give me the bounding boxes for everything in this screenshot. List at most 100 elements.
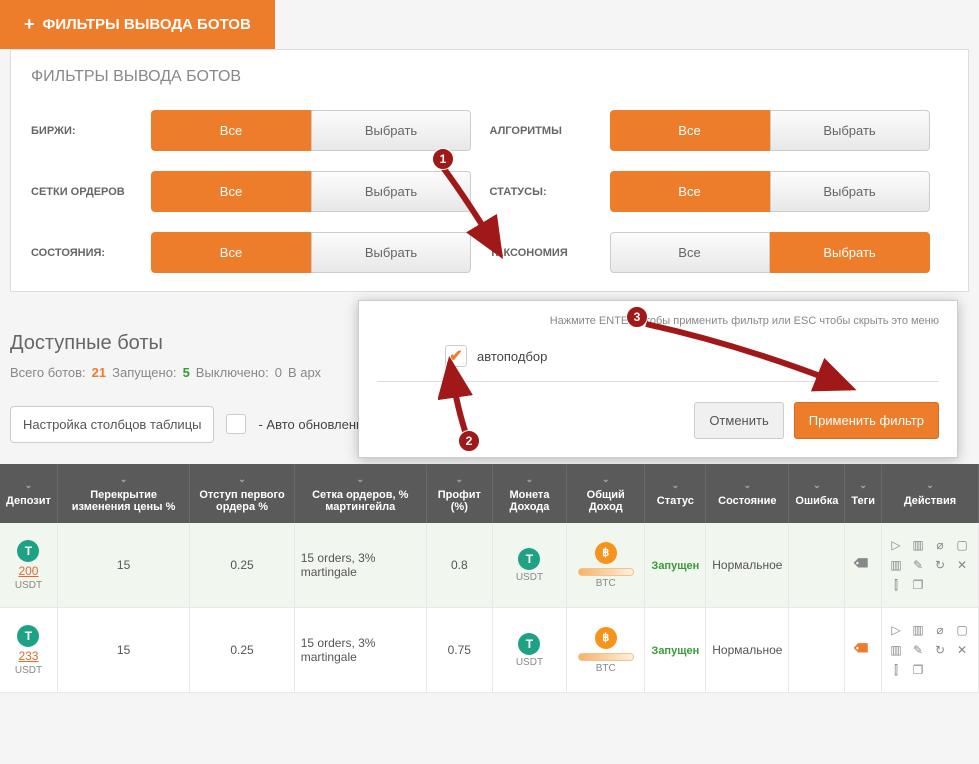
popup-checkbox[interactable]: ✔ — [445, 345, 467, 367]
column-header[interactable]: ⌄Монета Дохода — [492, 464, 566, 523]
filter-taxonomy-label: ТАКСОНОМИЯ — [490, 247, 610, 259]
deposit-unit: USDT — [6, 580, 51, 591]
cell-grid: 15 orders, 3% martingale — [294, 523, 426, 608]
coin-icon: T — [518, 548, 540, 570]
sort-icon: ⌄ — [433, 474, 486, 485]
popup-option-label: автоподбор — [477, 349, 547, 364]
stop-icon[interactable]: ⌀ — [932, 622, 948, 638]
column-header[interactable]: ⌄Профит (%) — [426, 464, 492, 523]
column-header[interactable]: ⌄Отступ первого ордера % — [190, 464, 294, 523]
tag-icon[interactable] — [849, 549, 877, 577]
cell-state: Нормальное — [706, 523, 789, 608]
algorithms-choose-button[interactable]: Выбрать — [770, 110, 930, 151]
stats-running-label: Запущено: — [112, 365, 176, 380]
column-header[interactable]: ⌄Ошибка — [789, 464, 845, 523]
stats-total-value: 21 — [92, 365, 106, 380]
bars-icon[interactable]: ▥ — [888, 642, 904, 658]
table-row: T200USDT150.2515 orders, 3% martingale0.… — [0, 523, 979, 608]
coin-icon: T — [17, 540, 39, 562]
sort-icon: ⌄ — [712, 480, 782, 491]
popup-divider — [377, 381, 939, 382]
filter-taxonomy: ТАКСОНОМИЯ Все Выбрать — [490, 232, 949, 273]
filter-states-label: СОСТОЯНИЯ: — [31, 247, 151, 259]
column-header[interactable]: ⌄Теги — [845, 464, 882, 523]
chart-icon[interactable]: ⫿ — [888, 577, 904, 593]
income-unit: BTC — [573, 663, 638, 674]
cell-total-income: ฿BTC — [567, 608, 645, 693]
columns-settings-button[interactable]: Настройка столбцов таблицы — [10, 406, 214, 443]
cell-status: Запущен — [645, 608, 706, 693]
filter-exchanges-label: БИРЖИ: — [31, 125, 151, 137]
play-icon[interactable]: ▷ — [888, 622, 904, 638]
cell-actions: ▷ ▥ ⌀ ▢ ▥ ✎ ↻ ✕ ⫿ ❐ — [881, 523, 978, 608]
column-header[interactable]: ⌄Сетка ордеров, % мартингейла — [294, 464, 426, 523]
filter-order-grids: СЕТКИ ОРДЕРОВ Все Выбрать — [31, 171, 490, 212]
deposit-link[interactable]: 233 — [6, 649, 51, 663]
popup-cancel-button[interactable]: Отменить — [694, 402, 783, 439]
edit-icon[interactable]: ✎ — [910, 642, 926, 658]
cell-income-coin: TUSDT — [492, 608, 566, 693]
panel-title: ФИЛЬТРЫ ВЫВОДА БОТОВ — [31, 68, 948, 86]
column-header[interactable]: ⌄Депозит — [0, 464, 57, 523]
cell-cover: 15 — [57, 608, 189, 693]
popup-apply-button[interactable]: Применить фильтр — [794, 402, 939, 439]
cell-cover: 15 — [57, 523, 189, 608]
cell-tags — [845, 608, 882, 693]
income-bar — [578, 568, 634, 576]
bars-icon[interactable]: ▥ — [888, 557, 904, 573]
sort-icon: ⌄ — [196, 474, 287, 485]
tag-icon[interactable] — [849, 634, 877, 662]
sort-icon: ⌄ — [795, 480, 838, 491]
btc-icon: ฿ — [595, 542, 617, 564]
states-choose-button[interactable]: Выбрать — [311, 232, 471, 273]
copy-icon[interactable]: ❐ — [910, 577, 926, 593]
auto-refresh-checkbox[interactable] — [226, 414, 246, 434]
edit-icon[interactable]: ✎ — [910, 557, 926, 573]
stop-icon[interactable]: ⌀ — [932, 537, 948, 553]
cell-grid: 15 orders, 3% martingale — [294, 608, 426, 693]
box-icon[interactable]: ▢ — [954, 537, 970, 553]
column-header[interactable]: ⌄Действия — [881, 464, 978, 523]
refresh-icon[interactable]: ↻ — [932, 642, 948, 658]
grid-icon[interactable]: ▥ — [910, 537, 926, 553]
deposit-link[interactable]: 200 — [6, 564, 51, 578]
cell-deposit: T233USDT — [0, 608, 57, 693]
cell-state: Нормальное — [706, 608, 789, 693]
column-header[interactable]: ⌄Состояние — [706, 464, 789, 523]
taxonomy-popup: Нажмите ENTER чтобы применить фильтр или… — [358, 300, 958, 458]
income-bar — [578, 653, 634, 661]
column-header[interactable]: ⌄Общий Доход — [567, 464, 645, 523]
close-icon[interactable]: ✕ — [954, 642, 970, 658]
order-grids-all-button[interactable]: Все — [151, 171, 311, 212]
box-icon[interactable]: ▢ — [954, 622, 970, 638]
taxonomy-choose-button[interactable]: Выбрать — [770, 232, 930, 273]
sort-icon: ⌄ — [573, 474, 638, 485]
grid-icon[interactable]: ▥ — [910, 622, 926, 638]
filter-exchanges: БИРЖИ: Все Выбрать — [31, 110, 490, 151]
cell-error — [789, 523, 845, 608]
column-header[interactable]: ⌄Перекрытие изменения цены % — [57, 464, 189, 523]
chart-icon[interactable]: ⫿ — [888, 662, 904, 678]
column-header[interactable]: ⌄Статус — [645, 464, 706, 523]
close-icon[interactable]: ✕ — [954, 557, 970, 573]
popup-hint: Нажмите ENTER чтобы применить фильтр или… — [377, 315, 939, 327]
cell-deposit: T 200 USDT — [0, 523, 57, 608]
refresh-icon[interactable]: ↻ — [932, 557, 948, 573]
order-grids-choose-button[interactable]: Выбрать — [311, 171, 471, 212]
exchanges-all-button[interactable]: Все — [151, 110, 311, 151]
statuses-choose-button[interactable]: Выбрать — [770, 171, 930, 212]
stats-total-label: Всего ботов: — [10, 365, 86, 380]
cell-income-coin: TUSDT — [492, 523, 566, 608]
algorithms-all-button[interactable]: Все — [610, 110, 770, 151]
filters-header-button[interactable]: + ФИЛЬТРЫ ВЫВОДА БОТОВ — [0, 0, 275, 49]
play-icon[interactable]: ▷ — [888, 537, 904, 553]
statuses-all-button[interactable]: Все — [610, 171, 770, 212]
exchanges-choose-button[interactable]: Выбрать — [311, 110, 471, 151]
copy-icon[interactable]: ❐ — [910, 662, 926, 678]
states-all-button[interactable]: Все — [151, 232, 311, 273]
auto-refresh-label: - Авто обновление — [258, 417, 370, 432]
cell-total-income: ฿BTC — [567, 523, 645, 608]
cell-error — [789, 608, 845, 693]
taxonomy-all-button[interactable]: Все — [610, 232, 770, 273]
stats-off-label: Выключено: — [196, 365, 269, 380]
